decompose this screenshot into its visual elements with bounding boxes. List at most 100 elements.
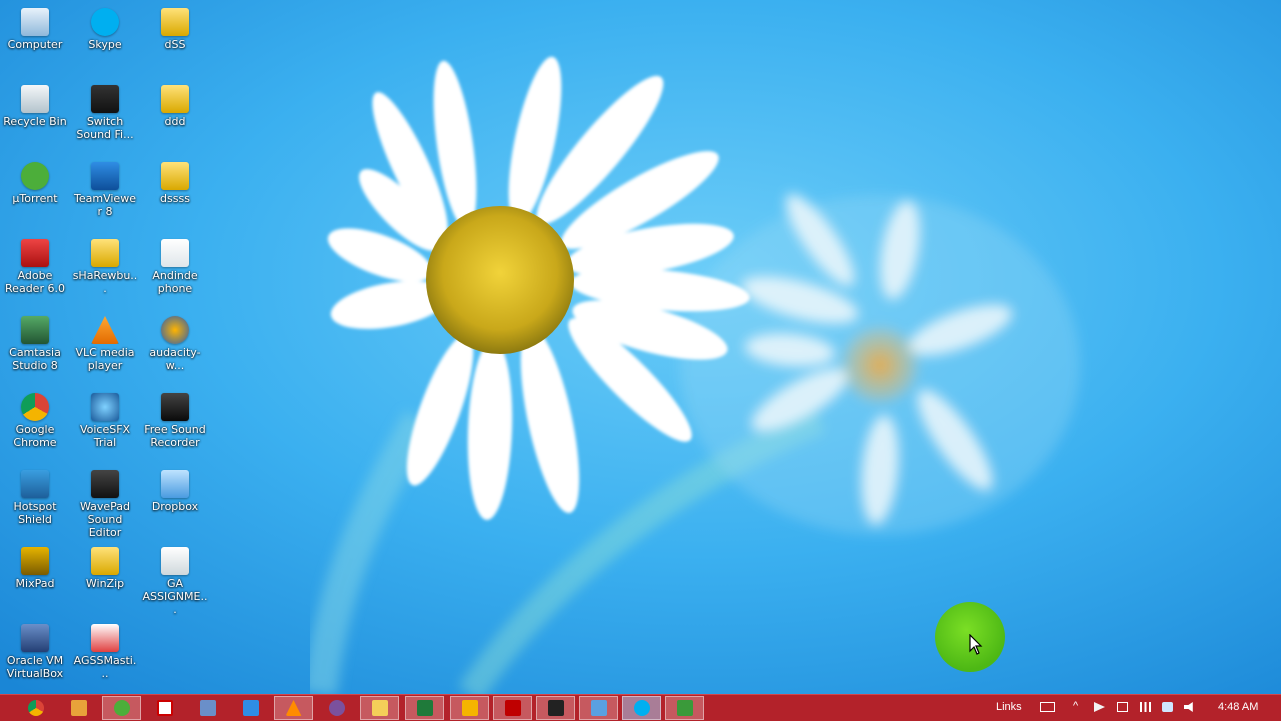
desktop-icon-label: Computer [7, 38, 63, 51]
desktop-icon-camtasia[interactable]: Camtasia Studio 8 [0, 310, 70, 372]
chrome-icon [27, 700, 44, 716]
taskbar-button-acrobat[interactable] [145, 696, 184, 720]
skype-icon [91, 8, 119, 36]
desktop-icon-label: Recycle Bin [3, 115, 67, 128]
desktop-icon-wavepad[interactable]: WavePad Sound Editor [70, 464, 140, 539]
document-icon [91, 624, 119, 652]
taskbar-button-viber[interactable] [317, 696, 356, 720]
desktop-icon-audacity[interactable]: audacity-w... [140, 310, 210, 372]
taskbar-button-file-explorer[interactable] [360, 696, 399, 720]
keyboard-icon[interactable] [1040, 702, 1055, 712]
desktop-icon-label: VLC media player [75, 346, 135, 372]
folder-icon [161, 162, 189, 190]
computer-icon [21, 8, 49, 36]
volume-icon[interactable] [1184, 702, 1193, 712]
desktop-icon-adobe-reader[interactable]: Adobe Reader 6.0 [0, 233, 70, 295]
desktop-icon-label: MixPad [15, 577, 55, 590]
desktop-icon-label: Oracle VM VirtualBox [6, 654, 64, 680]
switch-sound-icon [91, 85, 119, 113]
network-adapter-icon[interactable] [1117, 702, 1128, 712]
mixpad-icon [21, 547, 49, 575]
wavepad-icon [91, 470, 119, 498]
desktop-icon-dropbox[interactable]: Dropbox [140, 464, 210, 513]
adobe-reader-icon [21, 239, 49, 267]
signal-bars-icon[interactable] [1140, 702, 1151, 712]
desktop-icon-label: WinZip [85, 577, 125, 590]
show-hidden-icons-chevron-icon[interactable]: ^ [1073, 700, 1078, 712]
desktop-icon-voicesfx[interactable]: VoiceSFX Trial [70, 387, 140, 449]
audacity-icon [161, 316, 189, 344]
desktop-icon-sharewbu[interactable]: sHaRewbu... [70, 233, 140, 295]
virtualbox-icon [21, 624, 49, 652]
vlc-cone-icon [285, 700, 302, 716]
desktop-icon-label: Google Chrome [13, 423, 57, 449]
desktop-icon-label: µTorrent [12, 192, 58, 205]
taskbar: Links ^ 4:48 AM [0, 694, 1281, 721]
camtasia-icon [21, 316, 49, 344]
desktop-icon-teamviewer[interactable]: TeamViewer 8 [70, 156, 140, 218]
taskbar-button-virtualbox[interactable] [188, 696, 227, 720]
desktop-icon-ga-assignment[interactable]: GA ASSIGNME... [140, 541, 210, 616]
desktop-icon-skype[interactable]: Skype [70, 2, 140, 51]
desktop-icon-ddd[interactable]: ddd [140, 79, 210, 128]
voicesfx-icon [91, 393, 119, 421]
desktop-icon-dssss[interactable]: dssss [140, 156, 210, 205]
desktop-icon-computer[interactable]: Computer [0, 2, 70, 51]
recycle-bin-icon [21, 85, 49, 113]
taskbar-button-excel[interactable] [405, 696, 444, 720]
desktop-icon-switch-sound[interactable]: Switch Sound Fi... [70, 79, 140, 141]
desktop-icon-vlc[interactable]: VLC media player [70, 310, 140, 372]
mouse-pointer-icon [969, 634, 983, 655]
folder-icon [161, 85, 189, 113]
flag-icon[interactable] [1094, 702, 1105, 712]
desktop-icon-winzip[interactable]: WinZip [70, 541, 140, 590]
desktop-icon-label: Free Sound Recorder [144, 423, 206, 449]
desktop-icon-utorrent[interactable]: µTorrent [0, 156, 70, 205]
taskbar-button-display[interactable] [579, 696, 618, 720]
links-toolbar[interactable]: Links [996, 701, 1022, 713]
desktop-icon-label: Switch Sound Fi... [76, 115, 134, 141]
system-clock[interactable]: 4:48 AM [1218, 701, 1258, 713]
desktop-icon-label: audacity-w... [149, 346, 201, 372]
shield-icon [21, 470, 49, 498]
taskbar-button-media[interactable] [450, 696, 489, 720]
dropbox-icon [161, 470, 189, 498]
desktop-icon-andinde-phone[interactable]: Andinde phone [140, 233, 210, 295]
desktop-icon-label: Andinde phone [152, 269, 198, 295]
taskbar-button-camtasia[interactable] [59, 696, 98, 720]
taskbar-button-skype[interactable] [622, 696, 661, 720]
mixpad-icon [547, 700, 564, 716]
desktop-icon-label: TeamViewer 8 [74, 192, 136, 218]
taskbar-button-camtasia-recorder[interactable] [665, 696, 704, 720]
desktop-icon-label: dSS [164, 38, 186, 51]
desktop-icon-recycle-bin[interactable]: Recycle Bin [0, 79, 70, 128]
winzip-icon [91, 547, 119, 575]
desktop-icon-agssmasti[interactable]: AGSSMasti... [70, 618, 140, 680]
taskbar-button-filezilla[interactable] [493, 696, 532, 720]
desktop-icon-hotspot-shield[interactable]: Hotspot Shield [0, 464, 70, 526]
taskbar-button-utorrent[interactable] [102, 696, 141, 720]
utorrent-icon [21, 162, 49, 190]
archive-icon [91, 239, 119, 267]
desktop-icon-label: GA ASSIGNME... [142, 577, 208, 616]
desktop-icon-label: VoiceSFX Trial [79, 423, 131, 449]
desktop-icon-mixpad[interactable]: MixPad [0, 541, 70, 590]
teamviewer-icon [91, 162, 119, 190]
taskbar-button-teamviewer[interactable] [231, 696, 270, 720]
desktop-icon-label: Dropbox [151, 500, 199, 513]
desktop-icon-dss[interactable]: dSS [140, 2, 210, 51]
taskbar-button-chrome[interactable] [16, 696, 55, 720]
acrobat-icon [156, 700, 173, 716]
desktop-icon-label: WavePad Sound Editor [79, 500, 131, 539]
desktop-icon-label: ddd [164, 115, 186, 128]
taskbar-button-mixpad[interactable] [536, 696, 575, 720]
desktop-icon-label: sHaRewbu... [72, 269, 138, 295]
desktop-icon-label: Skype [88, 38, 122, 51]
desktop-icon-free-sound-recorder[interactable]: Free Sound Recorder [140, 387, 210, 449]
desktop-icon-virtualbox[interactable]: Oracle VM VirtualBox [0, 618, 70, 680]
taskbar-button-vlc[interactable] [274, 696, 313, 720]
daisy-center [426, 206, 574, 354]
teamviewer-icon [242, 700, 259, 716]
dropbox-tray-icon[interactable] [1162, 702, 1173, 712]
desktop-icon-google-chrome[interactable]: Google Chrome [0, 387, 70, 449]
